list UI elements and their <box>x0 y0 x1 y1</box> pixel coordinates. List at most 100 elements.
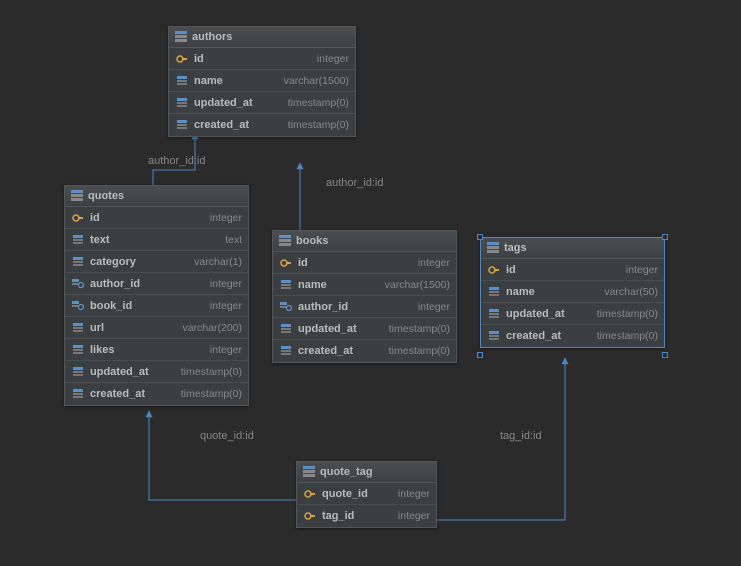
column-row[interactable]: book_idinteger <box>65 295 248 317</box>
column-name: created_at <box>194 119 249 131</box>
table-header[interactable]: tags <box>481 238 664 259</box>
selection-handle[interactable] <box>662 352 668 358</box>
column-row[interactable]: author_idinteger <box>273 296 456 318</box>
table-authors[interactable]: authors id integer name varchar(1500) upda… <box>168 26 356 137</box>
table-icon <box>279 235 291 247</box>
column-icon <box>71 323 85 333</box>
column-name: created_at <box>506 330 561 342</box>
column-type: integer <box>210 212 242 224</box>
column-row[interactable]: quote_idinteger <box>297 483 436 505</box>
pk-icon <box>487 265 501 275</box>
column-name: id <box>298 257 308 269</box>
column-type: varchar(1500) <box>284 75 349 87</box>
column-row[interactable]: created_attimestamp(0) <box>169 114 355 136</box>
pk-icon <box>71 213 85 223</box>
table-header[interactable]: books <box>273 231 456 252</box>
column-name: id <box>194 53 204 65</box>
table-quotes[interactable]: quotes id integer text text categoryvarcha… <box>64 185 249 406</box>
column-type: integer <box>398 510 430 522</box>
column-row[interactable]: likes integer <box>65 339 248 361</box>
column-type: timestamp(0) <box>181 366 242 378</box>
table-title: books <box>296 235 328 247</box>
pk-icon <box>175 54 189 64</box>
relation-label: author_id:id <box>326 177 384 189</box>
column-row[interactable]: updated_at timestamp(0) <box>65 361 248 383</box>
column-name: quote_id <box>322 488 368 500</box>
column-name: created_at <box>298 345 353 357</box>
column-type: timestamp(0) <box>597 308 658 320</box>
column-name: updated_at <box>194 97 253 109</box>
column-row[interactable]: updated_at timestamp(0) <box>169 92 355 114</box>
pk-icon <box>279 258 293 268</box>
column-name: updated_at <box>506 308 565 320</box>
table-icon <box>71 190 83 202</box>
column-name: url <box>90 322 104 334</box>
column-type: text <box>225 234 242 246</box>
table-quote-tag[interactable]: quote_tag quote_idinteger tag_id integer <box>296 461 437 528</box>
column-name: id <box>506 264 516 276</box>
column-icon <box>175 76 189 86</box>
column-icon <box>71 389 85 399</box>
table-header[interactable]: quote_tag <box>297 462 436 483</box>
column-row[interactable]: categoryvarchar(1) <box>65 251 248 273</box>
column-row[interactable]: name varchar(50) <box>481 281 664 303</box>
column-name: likes <box>90 344 114 356</box>
column-icon <box>175 98 189 108</box>
column-type: integer <box>317 53 349 65</box>
column-row[interactable]: idinteger <box>481 259 664 281</box>
column-type: timestamp(0) <box>288 97 349 109</box>
column-row[interactable]: id integer <box>169 48 355 70</box>
column-name: updated_at <box>90 366 149 378</box>
table-title: quotes <box>88 190 124 202</box>
column-icon <box>487 309 501 319</box>
table-title: authors <box>192 31 232 43</box>
column-name: id <box>90 212 100 224</box>
column-row[interactable]: created_attimestamp(0) <box>65 383 248 405</box>
column-row[interactable]: text text <box>65 229 248 251</box>
column-icon <box>175 120 189 130</box>
column-icon <box>71 257 85 267</box>
column-row[interactable]: created_attimestamp(0) <box>273 340 456 362</box>
column-row[interactable]: created_at timestamp(0) <box>481 325 664 347</box>
column-type: integer <box>210 344 242 356</box>
column-type: varchar(50) <box>604 286 658 298</box>
column-name: text <box>90 234 110 246</box>
pkfk-icon <box>303 489 317 499</box>
table-icon <box>487 242 499 254</box>
selection-handle[interactable] <box>477 234 483 240</box>
column-row[interactable]: id integer <box>65 207 248 229</box>
relation-label: author_id:id <box>148 155 206 167</box>
column-icon <box>71 367 85 377</box>
pkfk-icon <box>303 511 317 521</box>
column-row[interactable]: urlvarchar(200) <box>65 317 248 339</box>
column-icon <box>279 346 293 356</box>
column-row[interactable]: namevarchar(1500) <box>273 274 456 296</box>
table-title: quote_tag <box>320 466 373 478</box>
column-type: timestamp(0) <box>597 330 658 342</box>
table-books[interactable]: books idinteger namevarchar(1500) author… <box>272 230 457 363</box>
column-name: created_at <box>90 388 145 400</box>
column-row[interactable]: updated_attimestamp(0) <box>273 318 456 340</box>
column-type: integer <box>210 278 242 290</box>
column-row[interactable]: updated_at timestamp(0) <box>481 303 664 325</box>
column-type: integer <box>418 301 450 313</box>
column-row[interactable]: author_idinteger <box>65 273 248 295</box>
table-icon <box>303 466 315 478</box>
selection-handle[interactable] <box>477 352 483 358</box>
column-name: name <box>194 75 223 87</box>
column-icon <box>487 331 501 341</box>
column-icon <box>279 280 293 290</box>
column-row[interactable]: tag_id integer <box>297 505 436 527</box>
table-header[interactable]: quotes <box>65 186 248 207</box>
selection-handle[interactable] <box>662 234 668 240</box>
column-row[interactable]: name varchar(1500) <box>169 70 355 92</box>
table-tags[interactable]: tags idinteger name varchar(50) updated_a… <box>480 237 665 348</box>
column-icon <box>487 287 501 297</box>
fk-icon <box>71 279 85 289</box>
column-name: tag_id <box>322 510 354 522</box>
relation-label: quote_id:id <box>200 430 254 442</box>
column-name: name <box>506 286 535 298</box>
relation-label: tag_id:id <box>500 430 542 442</box>
column-row[interactable]: idinteger <box>273 252 456 274</box>
table-header[interactable]: authors <box>169 27 355 48</box>
